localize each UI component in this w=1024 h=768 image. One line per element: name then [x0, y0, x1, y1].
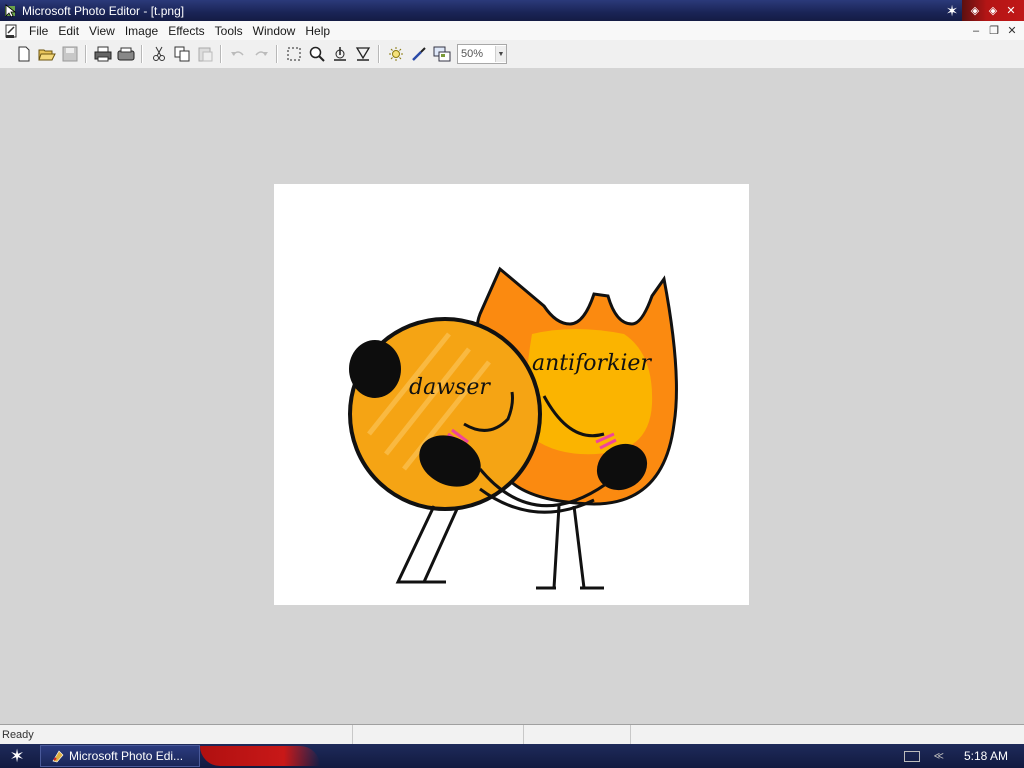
save-icon[interactable]	[58, 43, 81, 65]
maximize-icon[interactable]: ◈	[984, 2, 1002, 20]
status-text: Ready	[0, 725, 353, 745]
zoom-value: 50%	[461, 48, 484, 60]
menu-bar: File Edit View Image Effects Tools Windo…	[0, 21, 1024, 41]
menu-view[interactable]: View	[84, 24, 120, 38]
doc-minimize-icon[interactable]: –	[968, 24, 984, 38]
taskbar: ✶ Microsoft Photo Edi... ≪ 5:18 AM	[0, 744, 1024, 768]
menu-edit[interactable]: Edit	[53, 24, 84, 38]
menu-effects[interactable]: Effects	[163, 24, 209, 38]
menu-window[interactable]: Window	[248, 24, 301, 38]
sharpen-icon[interactable]	[351, 43, 374, 65]
undo-icon[interactable]	[226, 43, 249, 65]
print-icon[interactable]	[91, 43, 114, 65]
minimize-icon[interactable]: ◈	[966, 2, 984, 20]
title-bar: Microsoft Photo Editor - [t.png] ✶ ◈ ◈ ✕	[0, 0, 1024, 21]
doc-close-icon[interactable]: ✕	[1004, 24, 1020, 38]
select-icon[interactable]	[282, 43, 305, 65]
scan-icon[interactable]	[114, 43, 137, 65]
cut-icon[interactable]	[147, 43, 170, 65]
clock[interactable]: 5:18 AM	[964, 749, 1008, 763]
doc-restore-icon[interactable]: ❐	[986, 24, 1002, 38]
status-bar: Ready	[0, 724, 1024, 745]
zoom-icon[interactable]	[305, 43, 328, 65]
zoom-combobox[interactable]: 50% ▼	[457, 44, 507, 64]
system-tray: ≪ 5:18 AM	[903, 749, 1024, 763]
photo-editor-app-icon[interactable]	[4, 3, 18, 18]
window-title: Microsoft Photo Editor - [t.png]	[22, 3, 185, 18]
new-icon[interactable]	[12, 43, 35, 65]
status-pane-4	[631, 725, 1024, 745]
keyboard-icon[interactable]	[903, 750, 920, 762]
toolbar-separator	[378, 45, 380, 63]
copy-icon[interactable]	[170, 43, 193, 65]
toolbar: 50% ▼	[0, 40, 1024, 69]
menu-tools[interactable]: Tools	[210, 24, 248, 38]
menu-file[interactable]: File	[24, 24, 53, 38]
status-pane-3	[524, 725, 631, 745]
paste-icon[interactable]	[193, 43, 216, 65]
chevron-down-icon[interactable]: ▼	[495, 46, 506, 62]
photo-editor-task-icon	[51, 749, 65, 763]
document-icon[interactable]	[4, 23, 20, 39]
eyedropper-icon[interactable]	[407, 43, 430, 65]
ball-ear	[349, 340, 401, 398]
taskbar-decoration	[200, 746, 320, 766]
image-workspace: dawser antiforkier	[0, 68, 1024, 724]
smudge-icon[interactable]	[328, 43, 351, 65]
character-artwork: dawser antiforkier	[348, 266, 678, 590]
status-pane-2	[353, 725, 524, 745]
taskbar-button-photo-editor[interactable]: Microsoft Photo Edi...	[40, 745, 200, 767]
start-button[interactable]: ✶	[0, 744, 34, 768]
toolbar-separator	[220, 45, 222, 63]
toolbar-separator	[276, 45, 278, 63]
redo-icon[interactable]	[249, 43, 272, 65]
sound-icon[interactable]: ≪	[934, 751, 944, 762]
taskbar-button-label: Microsoft Photo Edi...	[69, 749, 184, 763]
image-canvas[interactable]: dawser antiforkier	[274, 184, 749, 605]
balance-icon[interactable]	[384, 43, 407, 65]
label-dawser: dawser	[409, 375, 491, 400]
properties-icon[interactable]	[430, 43, 453, 65]
toolbar-separator	[141, 45, 143, 63]
star-icon[interactable]: ✶	[942, 2, 962, 20]
close-icon[interactable]: ✕	[1002, 2, 1020, 20]
menu-image[interactable]: Image	[120, 24, 163, 38]
open-icon[interactable]	[35, 43, 58, 65]
toolbar-separator	[85, 45, 87, 63]
menu-help[interactable]: Help	[300, 24, 335, 38]
label-antiforkier: antiforkier	[532, 351, 652, 376]
